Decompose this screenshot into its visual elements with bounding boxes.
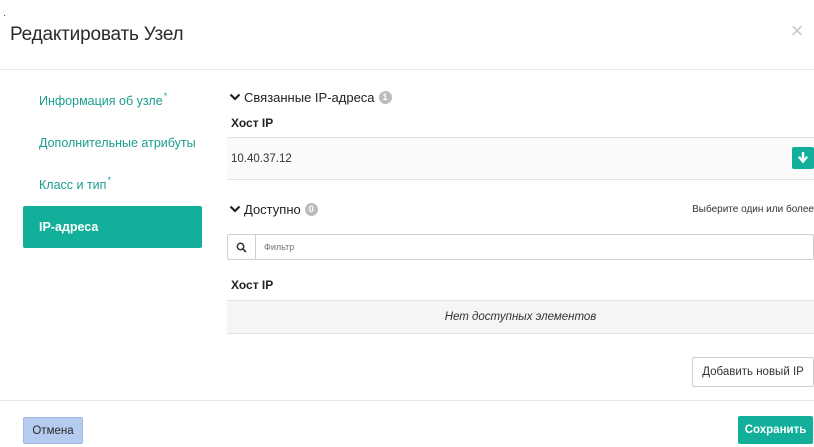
ip-content: Связанные IP-адреса 1 Хост IP 10.40.37.1… xyxy=(227,85,814,387)
available-column-header: Хост IP xyxy=(231,278,274,292)
sidebar-item-class-type[interactable]: Класс и тип * xyxy=(23,164,202,206)
sidebar-item-node-info[interactable]: Информация об узле * xyxy=(23,80,202,122)
empty-message: Нет доступных элементов xyxy=(227,300,814,334)
save-button[interactable]: Сохранить xyxy=(738,416,813,444)
available-section-header: Доступно 0 Выберите один или более xyxy=(227,197,814,221)
available-section-toggle[interactable]: Доступно 0 xyxy=(227,197,318,221)
wizard-sidebar: Информация об узле * Дополнительные атриб… xyxy=(23,80,202,248)
dialog-title: Редактировать Узел xyxy=(10,24,184,45)
sidebar-item-extra-attributes[interactable]: Дополнительные атрибуты xyxy=(23,122,202,164)
chevron-down-icon xyxy=(229,93,241,101)
deallocate-button[interactable] xyxy=(792,147,814,169)
close-icon[interactable]: × xyxy=(788,20,806,42)
required-marker: * xyxy=(107,175,111,185)
available-heading: Доступно xyxy=(244,201,301,217)
host-ip-value: 10.40.37.12 xyxy=(231,152,292,165)
edit-node-dialog: · Редактировать Узел × Информация об узл… xyxy=(0,0,814,447)
arrow-down-icon xyxy=(798,152,808,164)
available-count-badge: 0 xyxy=(304,202,318,216)
required-marker: * xyxy=(163,91,168,101)
cancel-button[interactable]: Отмена xyxy=(23,417,83,444)
sidebar-item-label: Класс и тип xyxy=(39,178,107,192)
filter-input[interactable] xyxy=(256,236,796,258)
associated-column-header: Хост IP xyxy=(231,116,274,130)
associated-heading: Связанные IP-адреса xyxy=(244,89,375,105)
dialog-header: Редактировать Узел × xyxy=(0,0,814,70)
table-row: 10.40.37.12 xyxy=(227,137,814,180)
add-new-ip-button[interactable]: Добавить новый IP xyxy=(692,357,814,387)
search-icon xyxy=(228,235,256,259)
associated-section-toggle[interactable]: Связанные IP-адреса 1 xyxy=(227,85,814,109)
associated-count-badge: 1 xyxy=(378,90,392,104)
dialog-footer: Отмена Сохранить xyxy=(0,400,814,447)
chevron-down-icon xyxy=(229,205,241,213)
filter-box xyxy=(227,234,814,260)
select-hint: Выберите один или более xyxy=(692,203,814,215)
sidebar-item-label: IP-адреса xyxy=(39,220,99,234)
sidebar-item-label: Информация об узле xyxy=(39,94,163,108)
sidebar-item-ip-addresses[interactable]: IP-адреса xyxy=(23,206,202,248)
sidebar-item-label: Дополнительные атрибуты xyxy=(39,136,196,150)
